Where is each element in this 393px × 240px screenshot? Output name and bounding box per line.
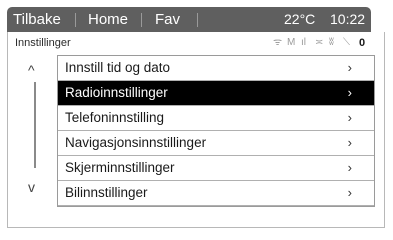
tab-divider — [75, 13, 76, 27]
tab-divider — [197, 13, 198, 27]
chevron-right-icon: › — [347, 85, 352, 100]
fav-tab[interactable]: Fav — [155, 7, 180, 32]
signal-icon: ıl — [301, 37, 306, 48]
menu-item-label: Radioinnstillinger — [65, 85, 168, 100]
menu-item-vehicle[interactable]: Bilinnstillinger › — [58, 181, 374, 206]
message-icon: M — [287, 37, 296, 48]
page-title: Innstillinger — [15, 37, 71, 49]
menu-item-navigation[interactable]: Navigasjonsinnstillinger › — [58, 131, 374, 156]
status-icons: ᯤ M ıl ≍ ʬ ⟍ 0 — [273, 36, 373, 50]
menu-item-display[interactable]: Skjerminnstillinger › — [58, 156, 374, 181]
home-tab[interactable]: Home — [88, 7, 128, 32]
menu-item-label: Innstill tid og dato — [65, 60, 171, 75]
temperature-readout: 22°C — [284, 11, 316, 27]
chevron-right-icon: › — [347, 185, 352, 200]
phone-icon: ⟍ — [343, 37, 350, 48]
scroll-down-button[interactable]: v — [28, 179, 35, 195]
menu-item-phone[interactable]: Telefoninnstilling › — [58, 106, 374, 131]
scrollbar[interactable] — [34, 82, 36, 168]
chevron-right-icon: › — [347, 60, 352, 75]
menu-item-label: Navigasjonsinnstillinger — [65, 135, 207, 150]
clock: 10:22 — [330, 11, 366, 27]
back-tab[interactable]: Tilbake — [13, 7, 61, 32]
signal-off-icon: ≍ — [315, 37, 324, 48]
menu-item-time-date[interactable]: Innstill tid og dato › — [58, 56, 374, 81]
menu-item-label: Telefoninnstilling — [65, 110, 165, 125]
menu-item-radio[interactable]: Radioinnstillinger › — [58, 81, 374, 106]
scroll-up-button[interactable]: ^ — [28, 62, 35, 78]
tab-divider — [141, 13, 142, 27]
wifi-icon: ᯤ — [273, 37, 283, 48]
battery-icon: 0 — [359, 37, 366, 49]
top-bar: Tilbake Home Fav 22°C 10:22 — [7, 7, 371, 32]
chevron-right-icon: › — [347, 160, 352, 175]
bluetooth-icon: ʬ — [329, 37, 334, 48]
settings-menu: Innstill tid og dato › Radioinnstillinge… — [57, 55, 375, 207]
chevron-right-icon: › — [347, 135, 352, 150]
chevron-right-icon: › — [347, 110, 352, 125]
menu-item-label: Bilinnstillinger — [65, 185, 148, 200]
menu-item-label: Skjerminnstillinger — [65, 160, 175, 175]
